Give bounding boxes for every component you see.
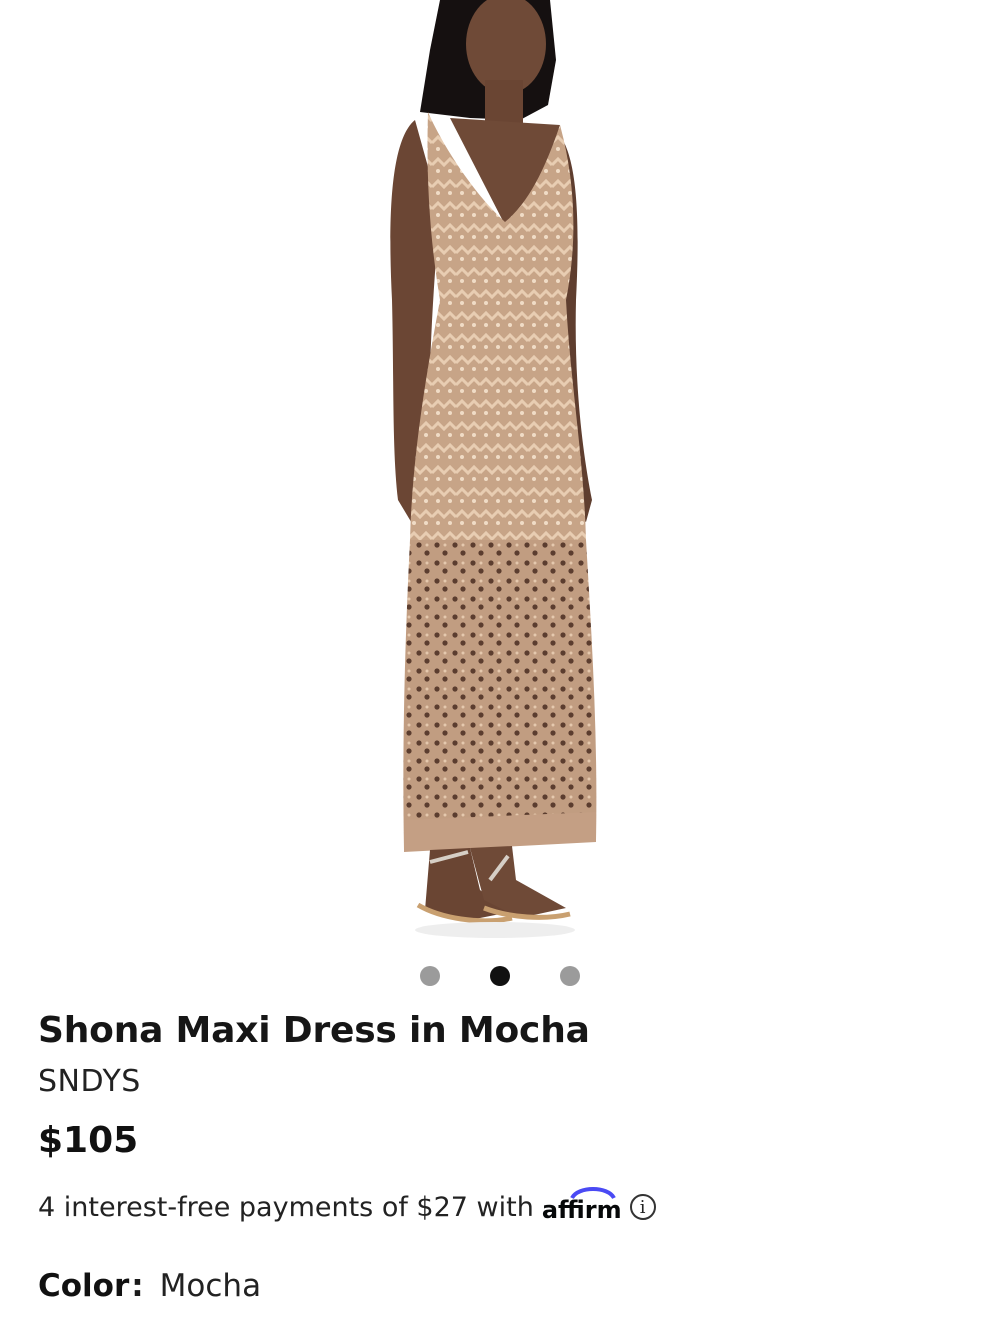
- affirm-arc-icon: [570, 1187, 616, 1200]
- product-image[interactable]: [0, 0, 1000, 950]
- color-label: Color: [38, 1268, 130, 1304]
- affirm-wordmark: affirm: [541, 1196, 622, 1224]
- brand-link[interactable]: SNDYS: [38, 1064, 141, 1099]
- color-separator: :: [131, 1268, 144, 1304]
- carousel-dot-3[interactable]: [560, 966, 580, 986]
- color-value: Mocha: [159, 1268, 262, 1304]
- affirm-logo: affirm: [541, 1187, 622, 1224]
- color-selector: Color: Mocha: [38, 1268, 261, 1304]
- carousel-indicator: [0, 966, 1000, 988]
- carousel-dot-1[interactable]: [420, 966, 440, 986]
- info-icon[interactable]: i: [629, 1194, 656, 1220]
- product-price: $105: [38, 1120, 139, 1161]
- affirm-payment-line: 4 interest-free payments of $27 with aff…: [38, 1187, 656, 1224]
- carousel-dot-2-active[interactable]: [490, 966, 510, 986]
- product-title: Shona Maxi Dress in Mocha: [38, 1010, 590, 1051]
- dress-model-illustration: [390, 0, 597, 938]
- affirm-payments-text: 4 interest-free payments of $27 with: [38, 1191, 534, 1223]
